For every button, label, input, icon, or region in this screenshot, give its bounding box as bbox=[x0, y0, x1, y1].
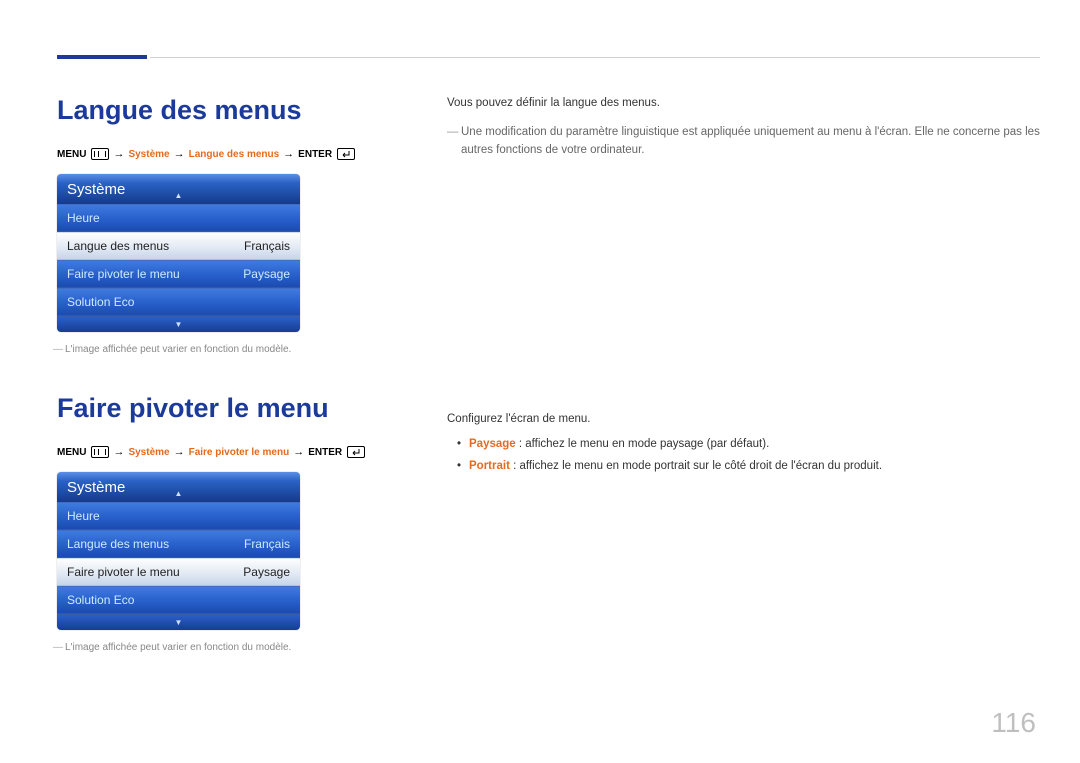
breadcrumb-item: Langue des menus bbox=[189, 149, 280, 160]
desc-intro: Vous pouvez définir la langue des menus. bbox=[447, 95, 1040, 112]
left-column: Langue des menus MENU → Système → Langue… bbox=[57, 95, 412, 653]
arrow-icon: → bbox=[113, 148, 124, 160]
bullet-list: Paysage : affichez le menu en mode paysa… bbox=[447, 436, 882, 475]
right-column: Vous pouvez définir la langue des menus.… bbox=[447, 95, 1040, 159]
osd-row-value: Paysage bbox=[243, 565, 290, 579]
bullet-portrait: Portrait : affichez le menu en mode port… bbox=[461, 458, 882, 475]
arrow-icon: → bbox=[283, 148, 294, 160]
osd-row-value: Paysage bbox=[243, 267, 290, 281]
osd-row-pivot[interactable]: Faire pivoter le menu Paysage bbox=[57, 260, 300, 288]
osd-row-eco[interactable]: Solution Eco bbox=[57, 288, 300, 316]
osd-title-text: Système bbox=[67, 479, 125, 496]
bullet-keyword: Paysage bbox=[469, 438, 516, 450]
triangle-down-icon: ▼ bbox=[175, 320, 183, 329]
osd-row-label: Langue des menus bbox=[67, 537, 169, 551]
enter-icon bbox=[347, 446, 365, 458]
osd-row-label: Langue des menus bbox=[67, 239, 169, 253]
header-rule bbox=[150, 57, 1040, 58]
menu-icon bbox=[91, 148, 109, 160]
osd-row-eco[interactable]: Solution Eco bbox=[57, 586, 300, 614]
footnote-1: L'image affichée peut varier en fonction… bbox=[65, 344, 412, 355]
desc-langue: Vous pouvez définir la langue des menus.… bbox=[447, 95, 1040, 159]
osd-row-label: Solution Eco bbox=[67, 593, 134, 607]
triangle-up-icon: ▲ bbox=[175, 191, 183, 200]
breadcrumb-enter-label: ENTER bbox=[298, 149, 332, 160]
section-langue: Langue des menus MENU → Système → Langue… bbox=[57, 95, 412, 355]
arrow-icon: → bbox=[174, 446, 185, 458]
header-accent-bar bbox=[57, 55, 147, 59]
osd-row-label: Faire pivoter le menu bbox=[67, 565, 180, 579]
osd-footer: ▼ bbox=[57, 614, 300, 630]
breadcrumb-langue: MENU → Système → Langue des menus → ENTE… bbox=[57, 148, 412, 160]
heading-langue: Langue des menus bbox=[57, 95, 412, 126]
osd-panel-2: Système ▲ Heure Langue des menus Françai… bbox=[57, 472, 300, 630]
osd-row-heure[interactable]: Heure bbox=[57, 502, 300, 530]
arrow-icon: → bbox=[293, 446, 304, 458]
enter-icon bbox=[337, 148, 355, 160]
arrow-icon: → bbox=[113, 446, 124, 458]
page-content: Langue des menus MENU → Système → Langue… bbox=[57, 95, 1040, 733]
bullet-keyword: Portrait bbox=[469, 460, 510, 472]
arrow-icon: → bbox=[174, 148, 185, 160]
footnote-2: L'image affichée peut varier en fonction… bbox=[65, 642, 412, 653]
osd-row-langue[interactable]: Langue des menus Français bbox=[57, 530, 300, 558]
osd-title-text: Système bbox=[67, 181, 125, 198]
desc-intro: Configurez l'écran de menu. bbox=[447, 411, 882, 428]
osd-row-label: Solution Eco bbox=[67, 295, 134, 309]
osd-row-value: Français bbox=[244, 239, 290, 253]
desc-pivot: Configurez l'écran de menu. Paysage : af… bbox=[447, 411, 882, 475]
breadcrumb-system: Système bbox=[128, 447, 169, 458]
section-pivot: Faire pivoter le menu MENU → Système → F… bbox=[57, 393, 412, 653]
osd-row-heure[interactable]: Heure bbox=[57, 204, 300, 232]
heading-pivot: Faire pivoter le menu bbox=[57, 393, 412, 424]
breadcrumb-system: Système bbox=[128, 149, 169, 160]
osd-row-value: Français bbox=[244, 537, 290, 551]
osd-row-label: Heure bbox=[67, 509, 100, 523]
osd-title: Système ▲ bbox=[57, 174, 300, 204]
bullet-text: : affichez le menu en mode portrait sur … bbox=[510, 460, 882, 472]
osd-row-label: Faire pivoter le menu bbox=[67, 267, 180, 281]
breadcrumb-pivot: MENU → Système → Faire pivoter le menu →… bbox=[57, 446, 412, 458]
menu-icon bbox=[91, 446, 109, 458]
osd-body: Heure Langue des menus Français Faire pi… bbox=[57, 502, 300, 614]
breadcrumb-menu-label: MENU bbox=[57, 447, 86, 458]
osd-row-langue[interactable]: Langue des menus Français bbox=[57, 232, 300, 260]
breadcrumb-enter-label: ENTER bbox=[308, 447, 342, 458]
osd-row-pivot[interactable]: Faire pivoter le menu Paysage bbox=[57, 558, 300, 586]
osd-panel-1: Système ▲ Heure Langue des menus Françai… bbox=[57, 174, 300, 332]
osd-footer: ▼ bbox=[57, 316, 300, 332]
bullet-paysage: Paysage : affichez le menu en mode paysa… bbox=[461, 436, 882, 453]
triangle-up-icon: ▲ bbox=[175, 489, 183, 498]
page-number: 116 bbox=[991, 707, 1036, 739]
osd-body: Heure Langue des menus Français Faire pi… bbox=[57, 204, 300, 316]
desc-note: Une modification du paramètre linguistiq… bbox=[447, 124, 1040, 159]
breadcrumb-menu-label: MENU bbox=[57, 149, 86, 160]
bullet-text: : affichez le menu en mode paysage (par … bbox=[516, 438, 770, 450]
triangle-down-icon: ▼ bbox=[175, 618, 183, 627]
osd-row-label: Heure bbox=[67, 211, 100, 225]
osd-title: Système ▲ bbox=[57, 472, 300, 502]
breadcrumb-item: Faire pivoter le menu bbox=[189, 447, 290, 458]
